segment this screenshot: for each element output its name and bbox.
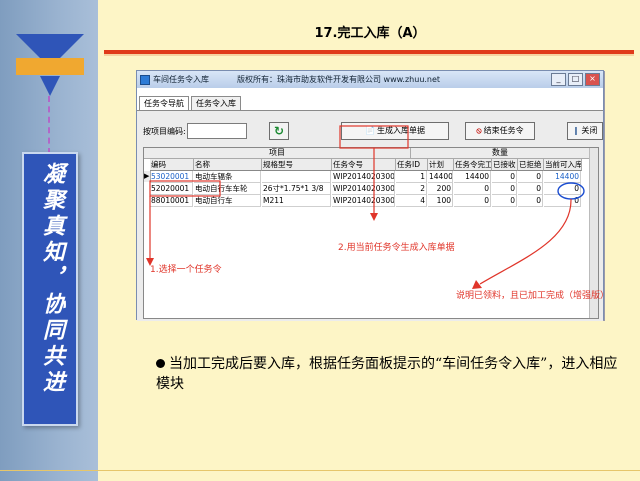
cell-rejected: 0	[518, 171, 543, 183]
annotation-step1: 1.选择一个任务令	[150, 265, 222, 275]
col-header-code[interactable]: 编码	[150, 159, 194, 171]
tab-bar: 任务令导航 任务令入库	[137, 96, 603, 110]
toolbar: 按项目编码: ↻ 📄 生成入库单据 ⦸ 结束任务令 ❙ 关闭	[143, 121, 603, 141]
cell-available: 0	[544, 195, 581, 207]
motto-text: 凝聚真知，协同共进	[39, 162, 65, 396]
cell-order: WIP20140203004	[332, 195, 395, 207]
cell-name: 电动自行车车轮	[194, 183, 261, 195]
tab-task-navigation[interactable]: 任务令导航	[139, 96, 189, 110]
col-header-name[interactable]: 名称	[194, 159, 262, 171]
decor-small-triangle	[40, 76, 60, 96]
cell-spec: 26寸*1.75*1 3/8	[262, 183, 331, 195]
cell-rejected: 0	[518, 195, 543, 207]
bullet-text: 当加工完成后要入库，根据任务面板提示的“车间任务令入库”，进入相应模块	[156, 356, 618, 392]
cell-code: 52020001	[150, 183, 193, 195]
cell-code: 53020001	[150, 171, 193, 183]
cell-spec	[262, 171, 331, 183]
cell-plan: 200	[428, 183, 453, 195]
cell-done: 14400	[454, 171, 491, 183]
minimize-button[interactable]: _	[551, 73, 566, 86]
window-titlebar: 车间任务令入库 版权所有：珠海市助友软件开发有限公司 www.zhuu.net …	[137, 71, 603, 88]
app-window: 车间任务令入库 版权所有：珠海市助友软件开发有限公司 www.zhuu.net …	[136, 70, 604, 321]
cell-order: WIP20140203002	[332, 183, 395, 195]
left-sidebar: 凝聚真知，协同共进	[0, 0, 98, 481]
cell-name: 电动自行车	[194, 195, 261, 207]
col-header-rejected[interactable]: 已拒绝	[518, 159, 544, 171]
tab-panel: 按项目编码: ↻ 📄 生成入库单据 ⦸ 结束任务令 ❙ 关闭 项目 数量 编码 名称 …	[137, 110, 603, 321]
close-window-button[interactable]: ×	[585, 73, 600, 86]
window-controls: _ □ ×	[551, 73, 600, 86]
table-row[interactable]: 88010001 电动自行车 M211 WIP20140203004 4 100…	[144, 195, 598, 207]
decor-dashed-line	[48, 96, 50, 154]
cell-code: 88010001	[150, 195, 193, 207]
window-title: 车间任务令入库	[153, 75, 209, 84]
maximize-button[interactable]: □	[568, 73, 583, 86]
cell-available: 14400	[544, 171, 581, 183]
table-row[interactable]: ▶ 53020001 电动车辐条 WIP20140203001 1 14400 …	[144, 171, 598, 183]
cell-rejected: 0	[518, 183, 543, 195]
table-row[interactable]: 52020001 电动自行车车轮 26寸*1.75*1 3/8 WIP20140…	[144, 183, 598, 195]
bullet-dot	[156, 359, 165, 368]
title-rule-shadow	[104, 54, 634, 56]
decor-bar	[16, 58, 84, 75]
close-label: 关闭	[581, 126, 598, 135]
cell-done: 0	[454, 195, 491, 207]
bullet-point: 当加工完成后要入库，根据任务面板提示的“车间任务令入库”，进入相应模块	[156, 354, 626, 394]
cell-spec: M211	[262, 195, 331, 207]
footer-line	[0, 470, 640, 471]
cell-order: WIP20140203001	[332, 171, 395, 183]
annotation-step2: 2.用当前任务令生成入库单据	[338, 243, 455, 253]
project-code-input[interactable]	[187, 123, 247, 139]
end-task-button[interactable]: ⦸ 结束任务令	[465, 122, 535, 140]
cell-task-id: 4	[396, 195, 427, 207]
project-code-label: 按项目编码:	[143, 127, 186, 136]
document-icon: 📄	[365, 126, 375, 135]
generate-stock-in-label: 生成入库单据	[376, 126, 425, 135]
cell-received: 0	[492, 183, 517, 195]
motto-box: 凝聚真知，协同共进	[22, 152, 78, 426]
cell-received: 0	[492, 171, 517, 183]
exit-icon: ❙	[572, 126, 580, 135]
col-header-available[interactable]: 当前可入库	[544, 159, 582, 171]
cell-plan: 14400	[428, 171, 453, 183]
cell-available: 0	[544, 183, 581, 195]
close-button[interactable]: ❙ 关闭	[567, 122, 603, 140]
end-task-label: 结束任务令	[483, 126, 524, 135]
col-header-done[interactable]: 任务令完工	[454, 159, 492, 171]
generate-stock-in-button[interactable]: 📄 生成入库单据	[341, 122, 449, 140]
cell-task-id: 2	[396, 183, 427, 195]
app-icon	[140, 74, 150, 85]
tab-task-stock-in[interactable]: 任务令入库	[191, 96, 241, 110]
stop-icon: ⦸	[476, 126, 482, 135]
refresh-icon[interactable]: ↻	[269, 122, 289, 140]
col-header-task-id[interactable]: 任务ID	[396, 159, 428, 171]
col-header-received[interactable]: 已接收	[492, 159, 518, 171]
group-header-quantity: 数量	[411, 148, 590, 159]
slide-title: 17.完工入库（A）	[314, 26, 426, 41]
cell-task-id: 1	[396, 171, 427, 183]
cell-name: 电动车辐条	[194, 171, 261, 183]
col-header-plan[interactable]: 计划	[428, 159, 454, 171]
col-header-spec[interactable]: 规格型号	[262, 159, 332, 171]
window-copyright: 版权所有：珠海市助友软件开发有限公司 www.zhuu.net	[237, 75, 441, 84]
group-header-project: 项目	[144, 148, 411, 159]
cell-received: 0	[492, 195, 517, 207]
cell-done: 0	[454, 183, 491, 195]
col-header-order[interactable]: 任务令号	[332, 159, 396, 171]
cell-plan: 100	[428, 195, 453, 207]
annotation-note: 说明已领料，且已加工完成（增强版）	[456, 291, 610, 301]
